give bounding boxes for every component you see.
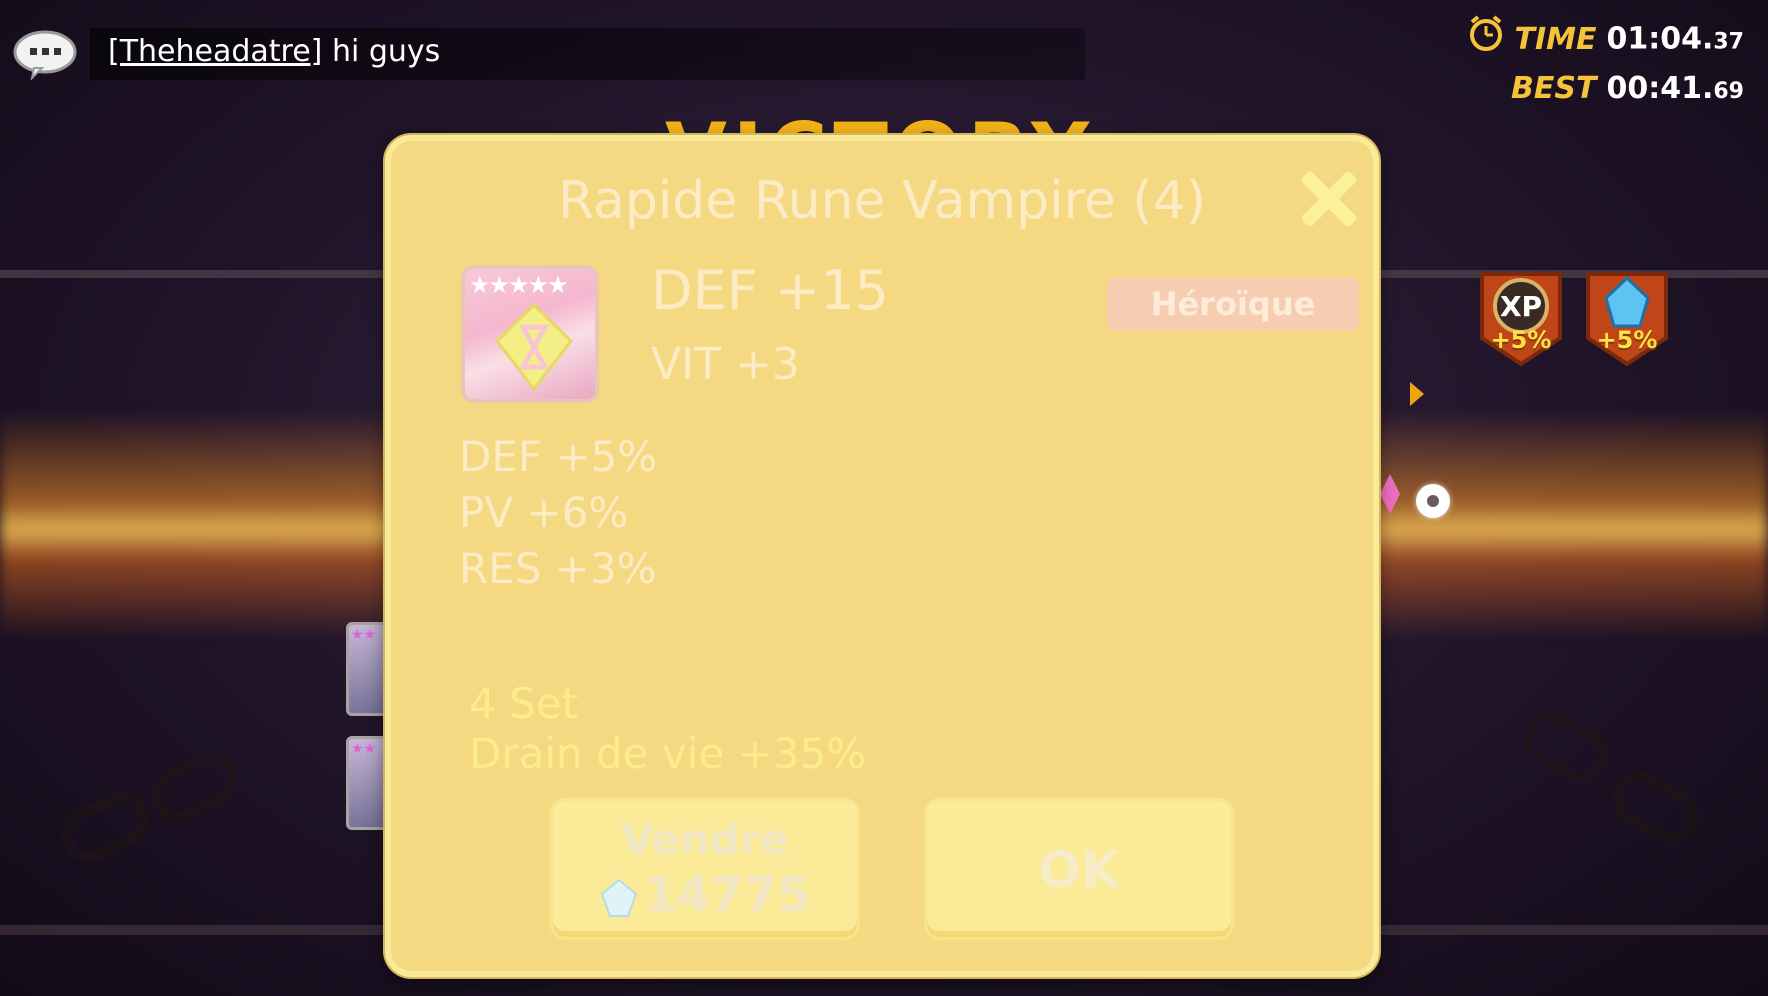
mana-crystal-icon <box>600 878 637 917</box>
time-row: TIME 01:04.37 <box>1467 14 1744 66</box>
grade-badge: Héroïque <box>1107 277 1359 331</box>
set-effect: Drain de vie +35% <box>469 729 867 778</box>
ok-button[interactable]: OK <box>927 801 1231 937</box>
rune-hourglass-icon <box>494 303 574 391</box>
substat-list: DEF +5% PV +6% RES +3% <box>459 429 657 597</box>
sell-price-value: 14775 <box>643 867 811 923</box>
battle-timer: TIME 01:04.37 BEST 00:41.69 <box>1467 14 1744 115</box>
xp-bonus-value: +5% <box>1490 326 1552 354</box>
best-row: BEST 00:41.69 <box>1467 66 1744 115</box>
chain-decoration <box>52 783 158 871</box>
crystal-bonus-badge: +5% <box>1582 268 1672 368</box>
rune-star-rating: ★★★★★ <box>469 271 569 299</box>
sell-button[interactable]: Vendre 14775 <box>553 801 857 937</box>
rune-title: Rapide Rune Vampire (4) <box>558 171 1206 231</box>
chat-username[interactable]: [Theheadatre] <box>108 34 322 69</box>
chain-decoration <box>1512 701 1618 793</box>
pointer-cursor-icon <box>1410 382 1424 406</box>
time-label: TIME <box>1514 21 1597 57</box>
set-count: 4 Set <box>469 679 579 728</box>
best-fraction: 69 <box>1713 79 1744 104</box>
substat-line: RES +3% <box>459 544 657 593</box>
substat-line: PV +6% <box>459 488 629 537</box>
chain-decoration <box>142 743 248 831</box>
best-value: 00:41. <box>1606 71 1714 106</box>
sell-price: 14775 <box>553 867 857 923</box>
xp-bonus-badge: XP +5% <box>1476 268 1566 368</box>
xp-badge-label: XP <box>1499 290 1543 323</box>
star-icon: ★★ <box>351 627 377 643</box>
time-value: 01:04. <box>1606 21 1714 57</box>
alarm-clock-icon <box>1467 14 1505 66</box>
prefix-stat: VIT +3 <box>651 339 800 390</box>
chat-text: hi guys <box>331 34 441 69</box>
substat-line: DEF +5% <box>459 432 658 481</box>
star-icon: ★★ <box>351 741 377 757</box>
radio-dot-icon[interactable] <box>1416 484 1450 518</box>
chat-bubble-icon[interactable] <box>12 28 78 82</box>
close-button[interactable] <box>1297 167 1359 229</box>
rune-info-dialog: Rapide Rune Vampire (4) ★★★★★ DEF +15 VI… <box>385 135 1379 977</box>
ok-button-label: OK <box>1038 841 1120 899</box>
chat-message: [Theheadatre] hi guys <box>108 34 440 69</box>
sell-button-label: Vendre <box>621 815 789 864</box>
crystal-bonus-value: +5% <box>1596 326 1658 354</box>
time-fraction: 37 <box>1713 29 1744 55</box>
best-label: BEST <box>1511 71 1597 106</box>
chain-decoration <box>1602 761 1708 853</box>
rune-image: ★★★★★ <box>461 265 599 403</box>
main-stat: DEF +15 <box>651 259 889 322</box>
